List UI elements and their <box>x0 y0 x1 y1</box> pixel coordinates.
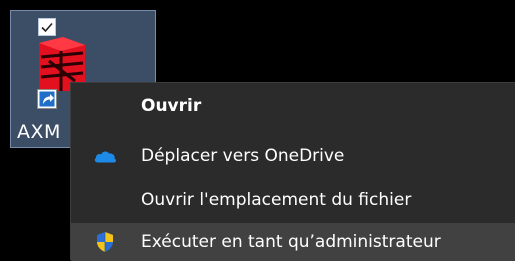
menu-item-run-as-administrator[interactable]: Exécuter en tant qu’administrateur <box>71 223 515 261</box>
context-menu: Ouvrir Déplacer vers OneDrive Ouvrir l'e… <box>70 82 515 261</box>
menu-item-open[interactable]: Ouvrir <box>71 87 515 125</box>
menu-item-label: Exécuter en tant qu’administrateur <box>141 232 441 252</box>
menu-item-move-to-onedrive[interactable]: Déplacer vers OneDrive <box>71 137 515 175</box>
menu-item-label: Ouvrir <box>141 96 202 116</box>
menu-item-label: Ouvrir l'emplacement du fichier <box>141 190 412 210</box>
checkmark-icon <box>41 22 53 33</box>
onedrive-cloud-icon <box>94 151 116 163</box>
menu-item-label: Déplacer vers OneDrive <box>141 146 345 166</box>
desktop-icon-label: AXM <box>17 121 61 143</box>
shortcut-arrow-icon <box>37 89 57 109</box>
uac-shield-icon <box>97 232 113 252</box>
selection-checkbox[interactable] <box>38 18 56 36</box>
menu-item-open-file-location[interactable]: Ouvrir l'emplacement du fichier <box>71 181 515 219</box>
